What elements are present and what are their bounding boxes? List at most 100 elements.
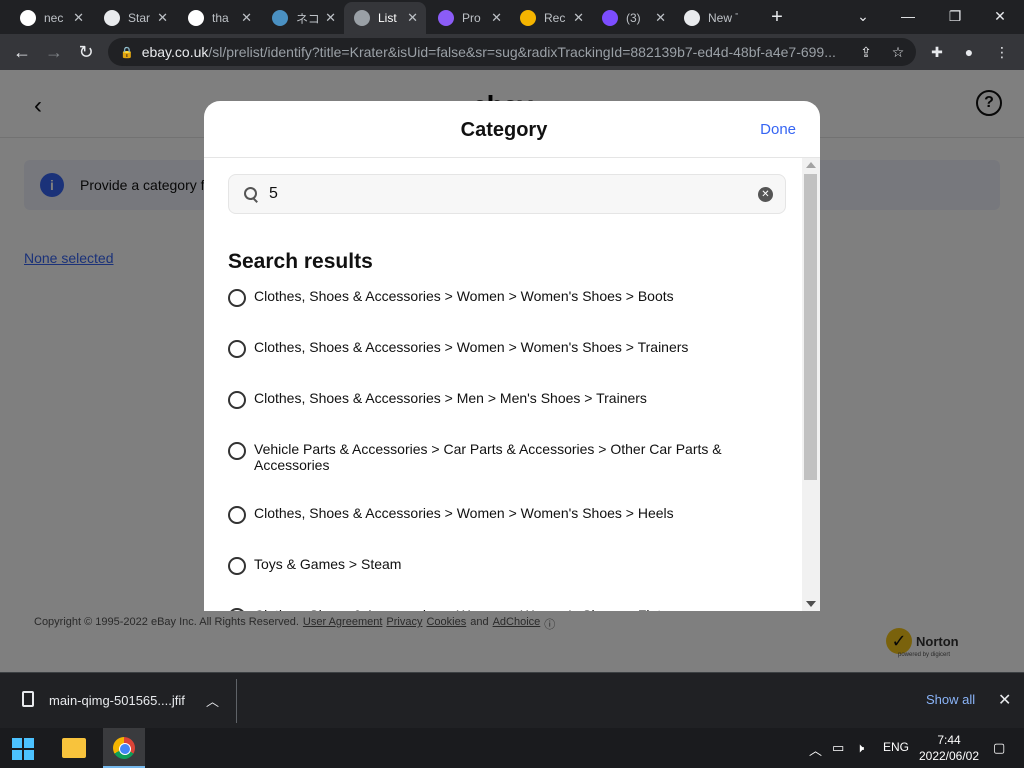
profile-icon[interactable]: ● bbox=[960, 43, 978, 61]
tab-title: New Tab bbox=[708, 11, 738, 25]
category-result-option[interactable]: Clothes, Shoes & Accessories > Women > W… bbox=[228, 339, 768, 358]
minimize-button[interactable]: — bbox=[888, 4, 928, 28]
volume-icon[interactable]: 🕨 bbox=[856, 740, 864, 756]
language-indicator[interactable]: ENG bbox=[883, 740, 909, 754]
tray-chevron-icon[interactable]: ︿ bbox=[809, 740, 822, 759]
close-tab-icon[interactable]: ✕ bbox=[573, 10, 584, 26]
restore-button[interactable]: ❐ bbox=[935, 4, 975, 28]
share-icon[interactable]: ⇪ bbox=[857, 43, 875, 61]
search-icon bbox=[243, 186, 259, 202]
tab-strip: nec ✕ Star ✕ tha ✕ ネコ ✕ List ✕ Pro ✕ Rec ✕ (3) ✕ New Tab… bbox=[0, 0, 1024, 34]
download-filename[interactable]: main-qimg-501565....jfif bbox=[49, 693, 185, 708]
clear-search-icon[interactable]: ✕ bbox=[758, 187, 773, 202]
show-all-button[interactable]: Show all bbox=[926, 692, 975, 707]
browser-tab[interactable]: List ✕ bbox=[344, 2, 426, 34]
notification-icon[interactable]: ▢ bbox=[993, 740, 1005, 756]
tab-search-icon[interactable]: ⌄ bbox=[843, 4, 883, 28]
radio-button[interactable] bbox=[228, 557, 246, 575]
extensions-puzzle-icon[interactable]: ✚ bbox=[928, 43, 946, 61]
browser-tab[interactable]: nec ✕ bbox=[10, 4, 92, 32]
category-path-label: Vehicle Parts & Accessories > Car Parts … bbox=[254, 441, 722, 473]
globe-icon bbox=[354, 10, 370, 26]
chevron-up-icon[interactable]: ︿ bbox=[206, 691, 219, 710]
file-explorer-icon[interactable] bbox=[62, 738, 86, 758]
menu-dots-icon[interactable]: ⋮ bbox=[993, 43, 1011, 61]
category-result-option[interactable]: Clothes, Shoes & Accessories > Women > W… bbox=[228, 288, 768, 307]
tab-title: (3) bbox=[626, 11, 641, 25]
google-icon bbox=[20, 10, 36, 26]
category-result-option[interactable]: Clothes, Shoes & Accessories > Women > W… bbox=[228, 505, 768, 524]
modal-body: ✕ Search results Clothes, Shoes & Access… bbox=[204, 158, 802, 611]
scroll-thumb[interactable] bbox=[804, 174, 817, 480]
windows-taskbar: ︿ ▭ 🕨 ENG 7:44 2022/06/02 ▢ bbox=[0, 728, 1024, 768]
windows-start-icon[interactable] bbox=[12, 738, 34, 760]
web-page: ‹ ebay ? i Provide a category f None sel… bbox=[0, 70, 1024, 672]
document-icon bbox=[104, 10, 120, 26]
network-icon[interactable]: ▭ bbox=[832, 740, 844, 756]
reload-icon[interactable]: ↻ bbox=[74, 40, 98, 64]
radio-button[interactable] bbox=[228, 506, 246, 524]
modal-scrollbar[interactable] bbox=[802, 158, 820, 611]
category-result-option[interactable]: Toys & Games > Steam bbox=[228, 556, 768, 575]
tab-title: nec bbox=[44, 11, 64, 25]
chrome-icon bbox=[684, 10, 700, 26]
category-result-option[interactable]: Clothes, Shoes & Accessories > Men > Men… bbox=[228, 390, 768, 409]
close-tab-icon[interactable]: ✕ bbox=[157, 10, 168, 26]
url-path: /sl/prelist/identify?title=Krater&isUid=… bbox=[208, 44, 836, 60]
lock-icon: 🔒 bbox=[120, 46, 134, 59]
category-path-label: Clothes, Shoes & Accessories > Men > Men… bbox=[254, 390, 647, 406]
chrome-icon bbox=[113, 737, 135, 759]
colorful-icon bbox=[520, 10, 536, 26]
back-arrow-icon[interactable]: ← bbox=[10, 40, 34, 64]
radio-button[interactable] bbox=[228, 289, 246, 307]
bookmark-star-icon[interactable]: ☆ bbox=[889, 43, 907, 61]
file-icon bbox=[22, 691, 34, 707]
tab-title: List bbox=[378, 11, 397, 25]
scroll-down-arrow-icon[interactable] bbox=[806, 601, 816, 607]
browser-tab[interactable]: New Tab bbox=[674, 4, 756, 32]
category-search-input[interactable] bbox=[269, 185, 739, 203]
download-separator bbox=[236, 679, 237, 723]
scroll-up-arrow-icon[interactable] bbox=[806, 162, 816, 168]
category-modal: Category Done ✕ Search results Clothes, … bbox=[204, 101, 820, 611]
new-tab-button[interactable]: + bbox=[766, 6, 788, 28]
browser-tab[interactable]: tha ✕ bbox=[178, 4, 260, 32]
radio-button[interactable] bbox=[228, 340, 246, 358]
radio-button[interactable] bbox=[228, 442, 246, 460]
browser-tab[interactable]: Rec ✕ bbox=[510, 4, 592, 32]
close-download-bar-icon[interactable]: ✕ bbox=[998, 690, 1011, 710]
browser-tab[interactable]: ネコ ✕ bbox=[262, 4, 344, 32]
browser-tab[interactable]: Star ✕ bbox=[94, 4, 176, 32]
radio-button[interactable] bbox=[228, 391, 246, 409]
browser-tab[interactable]: (3) ✕ bbox=[592, 4, 674, 32]
tab-title: Pro bbox=[462, 11, 481, 25]
clock-time: 7:44 bbox=[937, 733, 961, 747]
close-tab-icon[interactable]: ✕ bbox=[73, 10, 84, 26]
chrome-taskbar-button[interactable] bbox=[103, 728, 145, 768]
category-path-label: Clothes, Shoes & Accessories > Women > W… bbox=[254, 607, 668, 611]
browser-tab[interactable]: Pro ✕ bbox=[428, 4, 510, 32]
tab-title: ネコ bbox=[296, 11, 320, 26]
system-clock[interactable]: 7:44 2022/06/02 bbox=[914, 732, 984, 764]
tab-title: tha bbox=[212, 11, 229, 25]
close-tab-icon[interactable]: ✕ bbox=[655, 10, 666, 26]
category-result-option[interactable]: Clothes, Shoes & Accessories > Women > W… bbox=[228, 607, 768, 611]
radio-button[interactable] bbox=[228, 608, 246, 611]
category-result-option[interactable]: Vehicle Parts & Accessories > Car Parts … bbox=[228, 441, 768, 473]
p-icon bbox=[438, 10, 454, 26]
p-icon bbox=[272, 10, 288, 26]
close-window-button[interactable]: ✕ bbox=[980, 4, 1020, 28]
forward-arrow-icon[interactable]: → bbox=[42, 40, 66, 64]
mail-icon bbox=[602, 10, 618, 26]
close-tab-icon[interactable]: ✕ bbox=[241, 10, 252, 26]
close-tab-icon[interactable]: ✕ bbox=[491, 10, 502, 26]
download-bar: main-qimg-501565....jfif ︿ Show all ✕ bbox=[0, 672, 1024, 728]
search-results-list: Clothes, Shoes & Accessories > Women > W… bbox=[228, 288, 768, 611]
address-bar[interactable]: 🔒 ebay.co.uk /sl/prelist/identify?title=… bbox=[108, 38, 916, 66]
close-tab-icon[interactable]: ✕ bbox=[407, 10, 418, 26]
modal-header: Category Done bbox=[204, 101, 820, 158]
done-button[interactable]: Done bbox=[760, 121, 796, 138]
clock-date: 2022/06/02 bbox=[918, 749, 980, 763]
close-tab-icon[interactable]: ✕ bbox=[325, 10, 336, 26]
modal-title: Category bbox=[460, 119, 548, 141]
